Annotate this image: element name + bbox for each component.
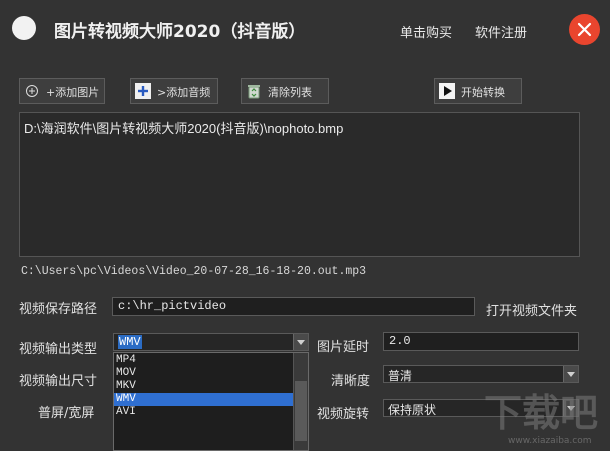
app-title: 图片转视频大师2020（抖音版） bbox=[54, 22, 306, 42]
output-type-select[interactable]: WMV bbox=[113, 333, 309, 351]
plus-circle-icon bbox=[24, 83, 40, 99]
option-avi[interactable]: AVI bbox=[114, 406, 294, 419]
rotation-label: 视频旋转 bbox=[317, 407, 370, 422]
add-audio-button[interactable]: >添加音频 bbox=[130, 78, 218, 104]
option-mov[interactable]: MOV bbox=[114, 367, 294, 380]
add-image-label: +添加图片 bbox=[46, 86, 100, 99]
open-folder-link[interactable]: 打开视频文件夹 bbox=[486, 300, 577, 319]
chevron-down-icon[interactable] bbox=[293, 334, 308, 350]
image-delay-field[interactable]: 2.0 bbox=[383, 332, 579, 351]
option-mkv[interactable]: MKV bbox=[114, 380, 294, 393]
output-type-dropdown[interactable]: MP4 MOV MKV WMV AVI bbox=[113, 352, 309, 451]
svg-text:www.xiazaiba.com: www.xiazaiba.com bbox=[508, 436, 592, 446]
buy-link[interactable]: 单击购买 bbox=[400, 22, 452, 41]
recycle-bin-icon bbox=[246, 83, 262, 99]
title-bar: 图片转视频大师2020（抖音版） 单击购买 软件注册 bbox=[0, 0, 610, 60]
list-item[interactable]: D:\海润软件\图片转视频大师2020(抖音版)\nophoto.bmp bbox=[24, 118, 343, 137]
option-mp4[interactable]: MP4 bbox=[114, 354, 294, 367]
clear-list-label: 清除列表 bbox=[268, 86, 312, 99]
output-type-value: WMV bbox=[118, 335, 142, 349]
save-path-field[interactable]: c:\hr_pictvideo bbox=[112, 297, 475, 316]
option-wmv[interactable]: WMV bbox=[114, 393, 294, 406]
start-convert-label: 开始转换 bbox=[461, 86, 505, 99]
add-audio-label: >添加音频 bbox=[157, 86, 211, 99]
output-type-label: 视频输出类型 bbox=[19, 342, 98, 357]
close-icon bbox=[577, 22, 592, 37]
audio-path: C:\Users\pc\Videos\Video_20-07-28_16-18-… bbox=[21, 265, 367, 278]
plus-icon bbox=[135, 83, 151, 99]
close-button[interactable] bbox=[569, 14, 600, 45]
file-list[interactable]: D:\海润软件\图片转视频大师2020(抖音版)\nophoto.bmp bbox=[19, 112, 580, 257]
watermark-logo: 下载吧 www.xiazaiba.com bbox=[478, 380, 608, 448]
output-size-label: 视频输出尺寸 bbox=[19, 374, 98, 389]
svg-text:下载吧: 下载吧 bbox=[484, 391, 598, 435]
save-path-label: 视频保存路径 bbox=[19, 302, 98, 317]
register-link[interactable]: 软件注册 bbox=[475, 22, 527, 41]
dropdown-scrollbar[interactable] bbox=[293, 353, 308, 450]
rotation-value: 保持原状 bbox=[388, 404, 437, 418]
clarity-label: 清晰度 bbox=[331, 374, 371, 389]
clear-list-button[interactable]: 清除列表 bbox=[241, 78, 329, 104]
clarity-value: 普清 bbox=[388, 370, 413, 384]
start-convert-button[interactable]: 开始转换 bbox=[434, 78, 522, 104]
play-icon bbox=[439, 83, 455, 99]
app-logo bbox=[12, 16, 36, 40]
add-image-button[interactable]: +添加图片 bbox=[19, 78, 105, 104]
screen-mode-label: 普屏/宽屏 bbox=[38, 406, 95, 421]
scrollbar-thumb[interactable] bbox=[295, 381, 307, 441]
image-delay-label: 图片延时 bbox=[317, 340, 370, 355]
